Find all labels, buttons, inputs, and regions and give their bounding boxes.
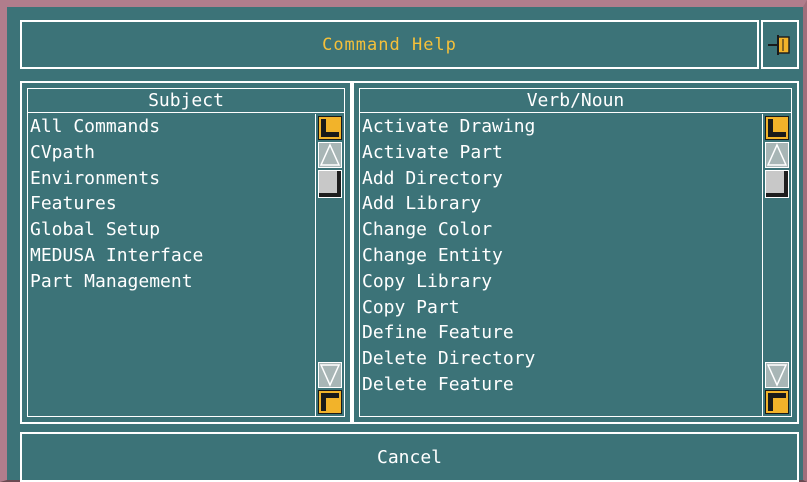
scroll-bottom-button[interactable] xyxy=(765,390,789,414)
up-arrow-icon xyxy=(319,143,341,166)
scroll-top-button[interactable] xyxy=(318,116,342,140)
list-item[interactable]: All Commands xyxy=(28,114,315,140)
list-item[interactable]: Copy Part xyxy=(360,295,762,321)
list-item[interactable]: Change Color xyxy=(360,217,762,243)
list-item[interactable]: Copy Library xyxy=(360,269,762,295)
verbnoun-panel: Verb/Noun Activate Drawing Activate Part A… xyxy=(352,81,799,424)
scroll-bottom-icon xyxy=(321,393,339,411)
cancel-button[interactable]: Cancel xyxy=(20,432,799,482)
list-item[interactable]: Part Management xyxy=(28,269,315,295)
scroll-bottom-button[interactable] xyxy=(318,390,342,414)
subject-panel-inner: Subject All Commands CVpath Environments Fe… xyxy=(27,88,345,417)
list-item[interactable]: Global Setup xyxy=(28,217,315,243)
verbnoun-list[interactable]: Activate Drawing Activate Part Add Directo… xyxy=(360,114,763,416)
up-arrow-icon xyxy=(766,143,788,166)
list-item[interactable]: MEDUSA Interface xyxy=(28,243,315,269)
list-item[interactable]: Environments xyxy=(28,166,315,192)
scroll-top-icon xyxy=(768,119,786,137)
subject-panel: Subject All Commands CVpath Environments Fe… xyxy=(20,81,352,424)
scroll-thumb[interactable] xyxy=(318,170,342,198)
cancel-label: Cancel xyxy=(376,446,443,468)
scroll-top-button[interactable] xyxy=(765,116,789,140)
scroll-thumb[interactable] xyxy=(765,170,789,198)
window-title: Command Help xyxy=(322,34,457,55)
subject-scrollbar[interactable] xyxy=(316,114,344,416)
scroll-up-arrow[interactable] xyxy=(318,142,342,168)
list-item[interactable]: Activate Drawing xyxy=(360,114,762,140)
down-arrow-icon xyxy=(766,364,788,387)
list-item[interactable]: CVpath xyxy=(28,140,315,166)
down-arrow-icon xyxy=(319,364,341,387)
list-item[interactable]: Delete Directory xyxy=(360,346,762,372)
pin-button[interactable] xyxy=(761,20,799,69)
command-help-window: Command Help Subject All Commands CVpath E… xyxy=(0,0,807,482)
list-item[interactable]: Delete Feature xyxy=(360,372,762,398)
subject-header: Subject xyxy=(28,89,344,113)
scroll-down-arrow[interactable] xyxy=(765,362,789,388)
list-item[interactable]: Features xyxy=(28,191,315,217)
list-item[interactable]: Change Entity xyxy=(360,243,762,269)
scroll-down-arrow[interactable] xyxy=(318,362,342,388)
list-item[interactable]: Add Directory xyxy=(360,166,762,192)
list-item[interactable]: Define Feature xyxy=(360,320,762,346)
title-bar[interactable]: Command Help xyxy=(20,20,759,69)
scroll-up-arrow[interactable] xyxy=(765,142,789,168)
subject-list[interactable]: All Commands CVpath Environments Features Gl… xyxy=(28,114,316,416)
verbnoun-header: Verb/Noun xyxy=(360,89,791,113)
pushpin-icon xyxy=(768,34,790,55)
list-item[interactable]: Add Library xyxy=(360,191,762,217)
verbnoun-scrollbar[interactable] xyxy=(763,114,791,416)
list-item[interactable]: Activate Part xyxy=(360,140,762,166)
verbnoun-panel-inner: Verb/Noun Activate Drawing Activate Part A… xyxy=(359,88,792,417)
scroll-bottom-icon xyxy=(768,393,786,411)
scroll-top-icon xyxy=(321,119,339,137)
